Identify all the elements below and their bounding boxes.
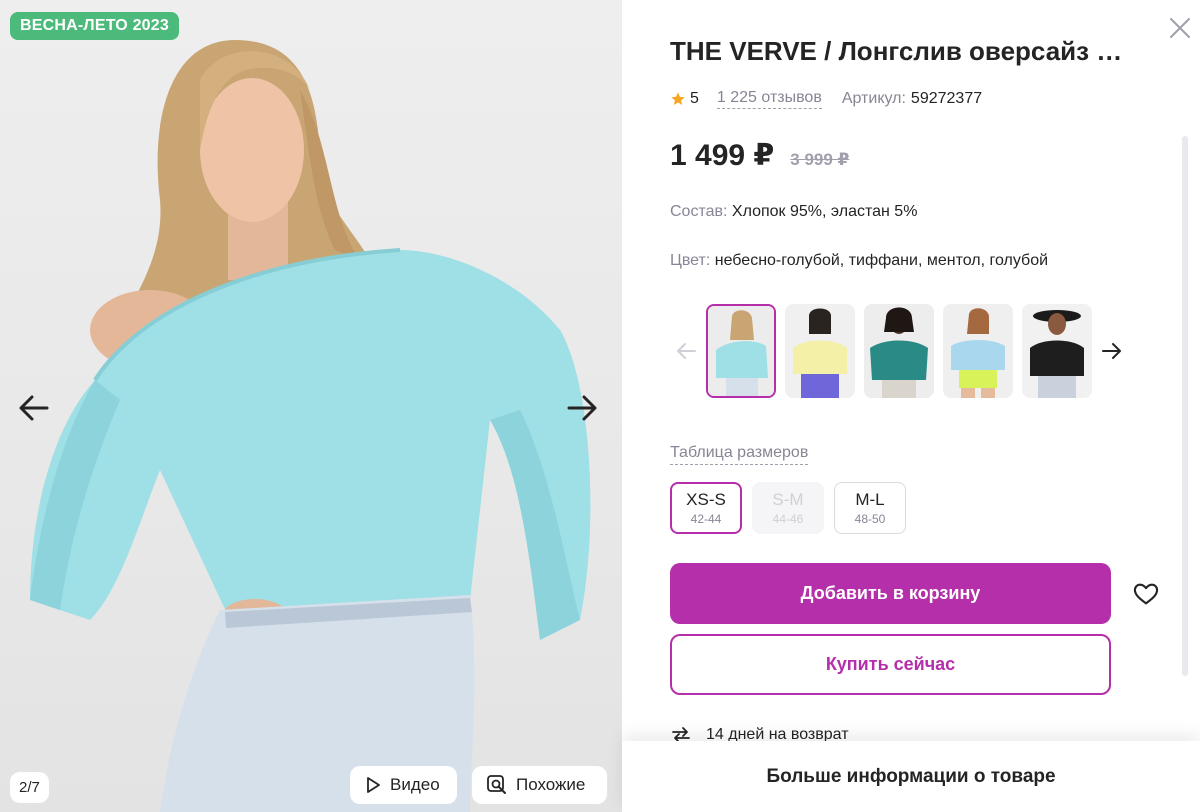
color-thumb-light-blue[interactable] [943,304,1013,398]
photo-next-arrow[interactable] [562,388,602,428]
photo-counter: 2/7 [10,772,49,803]
color-thumbnails [670,304,1130,398]
article-label: Артикул: [841,90,906,107]
price-row: 1 499 ₽ 3 999 ₽ [670,138,849,173]
product-meta-row: 5 1 225 отзывов Артикул: 59272377 [670,89,982,109]
arrow-left-icon [19,395,49,421]
heart-icon [1133,583,1159,605]
add-to-cart-button[interactable]: Добавить в корзину [670,563,1111,624]
size-label: XS-S [686,490,726,509]
size-table-link[interactable]: Таблица размеров [670,444,809,465]
size-label: M-L [855,490,885,509]
similar-button[interactable]: Похожие [472,766,607,804]
color-thumb-black[interactable] [1022,304,1092,398]
favorite-button[interactable] [1132,580,1160,608]
current-price: 1 499 ₽ [670,139,775,172]
product-title: THE VERVE / Лонгслив оверсайз … [670,36,1123,66]
size-option[interactable]: XS-S 42-44 [670,482,742,534]
play-icon [367,777,380,793]
size-range: 44-46 [772,512,804,526]
reviews-link[interactable]: 1 225 отзывов [716,89,822,109]
similar-label: Похожие [516,775,586,794]
article-value: 59272377 [910,90,983,107]
arrow-right-icon [567,395,597,421]
image-search-icon [487,775,506,794]
product-photo [30,40,591,812]
photo-prev-arrow[interactable] [14,388,54,428]
product-photo-panel: ВЕСНА-ЛЕТО 2023 2/7 Видео Похожие [0,0,622,812]
season-badge: ВЕСНА-ЛЕТО 2023 [10,12,179,40]
arrow-left-icon [677,343,696,359]
size-range: 42-44 [690,512,722,526]
close-icon [1170,18,1190,38]
video-button[interactable]: Видео [350,766,457,804]
color-value: небесно-голубой, тиффани, ментол, голубо… [714,252,1049,269]
color-thumb-sky-blue[interactable] [706,304,776,398]
more-info-button[interactable]: Больше информации о товаре [622,741,1200,812]
video-label: Видео [390,775,440,794]
color-thumb-yellow[interactable] [785,304,855,398]
color-label: Цвет: [670,252,711,269]
buy-now-button[interactable]: Купить сейчас [670,634,1111,695]
scrollbar[interactable] [1182,136,1188,676]
size-option: S-M 44-46 [752,482,824,534]
composition-row: Состав: Хлопок 95%, эластан 5% [670,203,917,221]
thumbs-next-arrow[interactable] [1098,337,1126,365]
composition-label: Состав: [670,203,728,220]
close-button[interactable] [1168,16,1192,40]
arrow-right-icon [1102,343,1121,359]
size-option[interactable]: M-L 48-50 [834,482,906,534]
size-selector: XS-S 42-44 S-M 44-46 M-L 48-50 [670,482,906,534]
composition-value: Хлопок 95%, эластан 5% [731,203,918,220]
rating: 5 [670,90,699,108]
size-label: S-M [772,490,804,509]
color-thumb-teal[interactable] [864,304,934,398]
product-info-panel: THE VERVE / Лонгслив оверсайз … 5 1 225 … [622,0,1200,812]
rating-value: 5 [690,90,699,107]
thumbs-prev-arrow[interactable] [672,337,700,365]
star-icon [671,92,685,105]
old-price: 3 999 ₽ [790,150,850,169]
color-row: Цвет: небесно-голубой, тиффани, ментол, … [670,252,1048,270]
size-range: 48-50 [854,512,886,526]
